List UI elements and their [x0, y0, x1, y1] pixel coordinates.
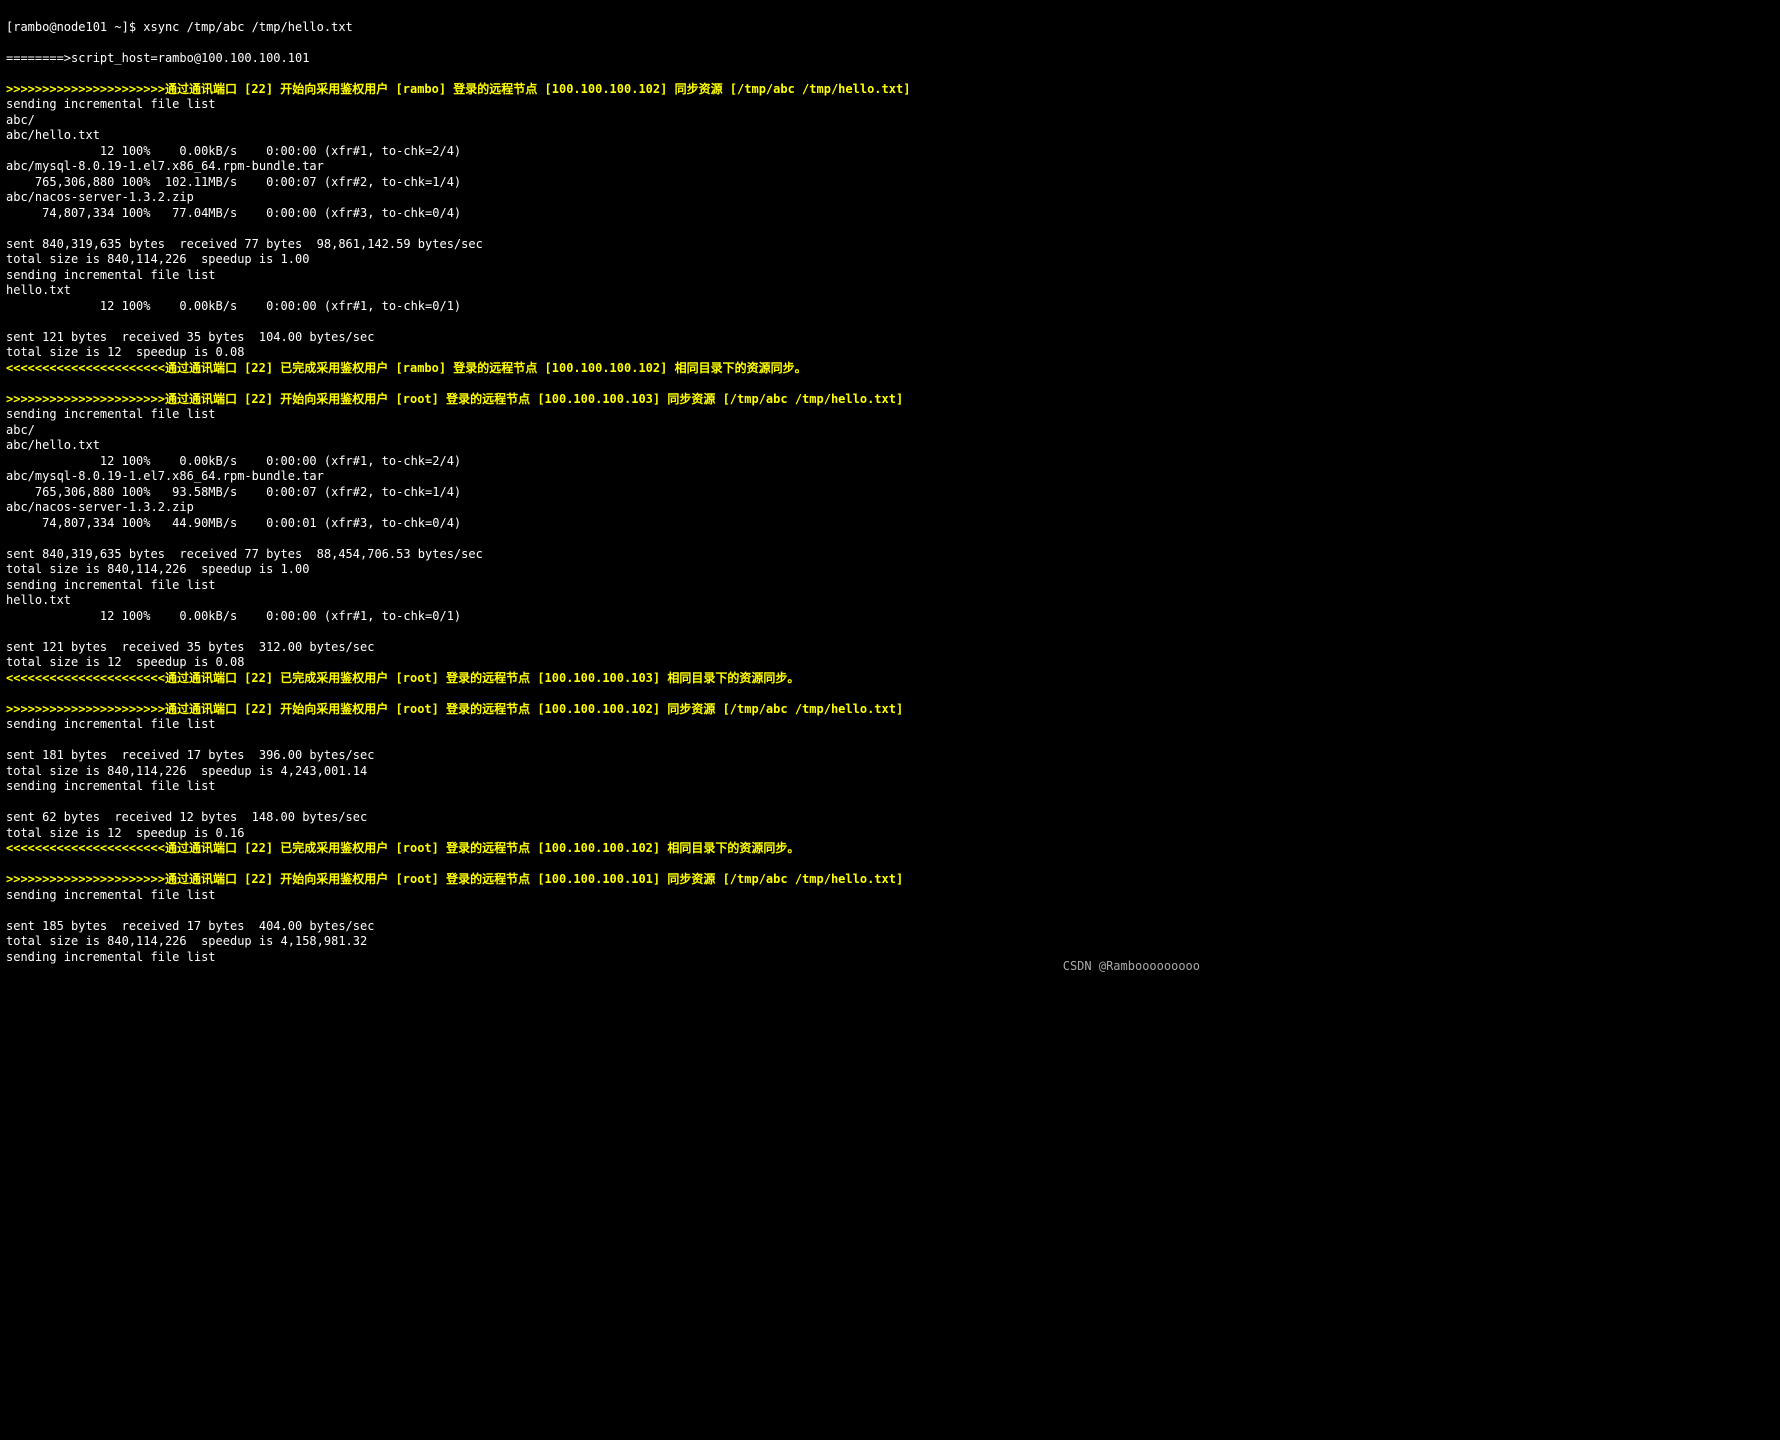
output-line: total size is 12 speedup is 0.08: [6, 345, 244, 359]
output-line: 12 100% 0.00kB/s 0:00:00 (xfr#1, to-chk=…: [6, 144, 461, 158]
output-line: 74,807,334 100% 44.90MB/s 0:00:01 (xfr#3…: [6, 516, 461, 530]
output-line: sending incremental file list: [6, 950, 216, 964]
output-line: sending incremental file list: [6, 717, 216, 731]
output-line: abc/: [6, 423, 35, 437]
output-line: hello.txt: [6, 283, 71, 297]
output-line: total size is 840,114,226 speedup is 1.0…: [6, 562, 309, 576]
output-line: abc/hello.txt: [6, 128, 100, 142]
sync-start-line: >>>>>>>>>>>>>>>>>>>>>>通过通讯端口 [22] 开始向采用鉴…: [6, 82, 910, 96]
terminal[interactable]: [rambo@node101 ~]$ xsync /tmp/abc /tmp/h…: [0, 0, 1210, 980]
output-line: total size is 12 speedup is 0.08: [6, 655, 244, 669]
output-line: sent 181 bytes received 17 bytes 396.00 …: [6, 748, 374, 762]
sync-end-line: <<<<<<<<<<<<<<<<<<<<<<通过通讯端口 [22] 已完成采用鉴…: [6, 841, 799, 855]
shell-prompt-1: [rambo@node101 ~]$ xsync /tmp/abc /tmp/h…: [6, 20, 353, 34]
output-line: sent 121 bytes received 35 bytes 104.00 …: [6, 330, 374, 344]
output-line: 765,306,880 100% 102.11MB/s 0:00:07 (xfr…: [6, 175, 461, 189]
output-line: hello.txt: [6, 593, 71, 607]
output-line: 765,306,880 100% 93.58MB/s 0:00:07 (xfr#…: [6, 485, 461, 499]
output-line: sending incremental file list: [6, 268, 216, 282]
sync-end-line: <<<<<<<<<<<<<<<<<<<<<<通过通讯端口 [22] 已完成采用鉴…: [6, 671, 799, 685]
output-line: sending incremental file list: [6, 779, 216, 793]
output-line: sending incremental file list: [6, 888, 216, 902]
script-host-line: ========>script_host=rambo@100.100.100.1…: [6, 51, 309, 65]
watermark: CSDN @Rambooooooooo: [1063, 959, 1200, 975]
sync-start-line: >>>>>>>>>>>>>>>>>>>>>>通过通讯端口 [22] 开始向采用鉴…: [6, 702, 903, 716]
output-line: sent 121 bytes received 35 bytes 312.00 …: [6, 640, 374, 654]
output-line: abc/hello.txt: [6, 438, 100, 452]
output-line: abc/: [6, 113, 35, 127]
output-line: abc/nacos-server-1.3.2.zip: [6, 190, 194, 204]
sync-end-line: <<<<<<<<<<<<<<<<<<<<<<通过通讯端口 [22] 已完成采用鉴…: [6, 361, 807, 375]
output-line: abc/mysql-8.0.19-1.el7.x86_64.rpm-bundle…: [6, 469, 324, 483]
output-line: sending incremental file list: [6, 97, 216, 111]
output-line: total size is 840,114,226 speedup is 1.0…: [6, 252, 309, 266]
output-line: sending incremental file list: [6, 578, 216, 592]
output-line: 12 100% 0.00kB/s 0:00:00 (xfr#1, to-chk=…: [6, 299, 461, 313]
output-line: 12 100% 0.00kB/s 0:00:00 (xfr#1, to-chk=…: [6, 454, 461, 468]
output-line: sent 62 bytes received 12 bytes 148.00 b…: [6, 810, 367, 824]
output-line: abc/nacos-server-1.3.2.zip: [6, 500, 194, 514]
output-line: sent 840,319,635 bytes received 77 bytes…: [6, 237, 483, 251]
output-line: sent 185 bytes received 17 bytes 404.00 …: [6, 919, 374, 933]
output-line: total size is 840,114,226 speedup is 4,2…: [6, 764, 367, 778]
output-line: total size is 840,114,226 speedup is 4,1…: [6, 934, 367, 948]
sync-start-line: >>>>>>>>>>>>>>>>>>>>>>通过通讯端口 [22] 开始向采用鉴…: [6, 872, 903, 886]
output-line: 12 100% 0.00kB/s 0:00:00 (xfr#1, to-chk=…: [6, 609, 461, 623]
output-line: 74,807,334 100% 77.04MB/s 0:00:00 (xfr#3…: [6, 206, 461, 220]
output-line: sending incremental file list: [6, 407, 216, 421]
sync-start-line: >>>>>>>>>>>>>>>>>>>>>>通过通讯端口 [22] 开始向采用鉴…: [6, 392, 903, 406]
output-line: abc/mysql-8.0.19-1.el7.x86_64.rpm-bundle…: [6, 159, 324, 173]
output-line: total size is 12 speedup is 0.16: [6, 826, 244, 840]
output-line: sent 840,319,635 bytes received 77 bytes…: [6, 547, 483, 561]
